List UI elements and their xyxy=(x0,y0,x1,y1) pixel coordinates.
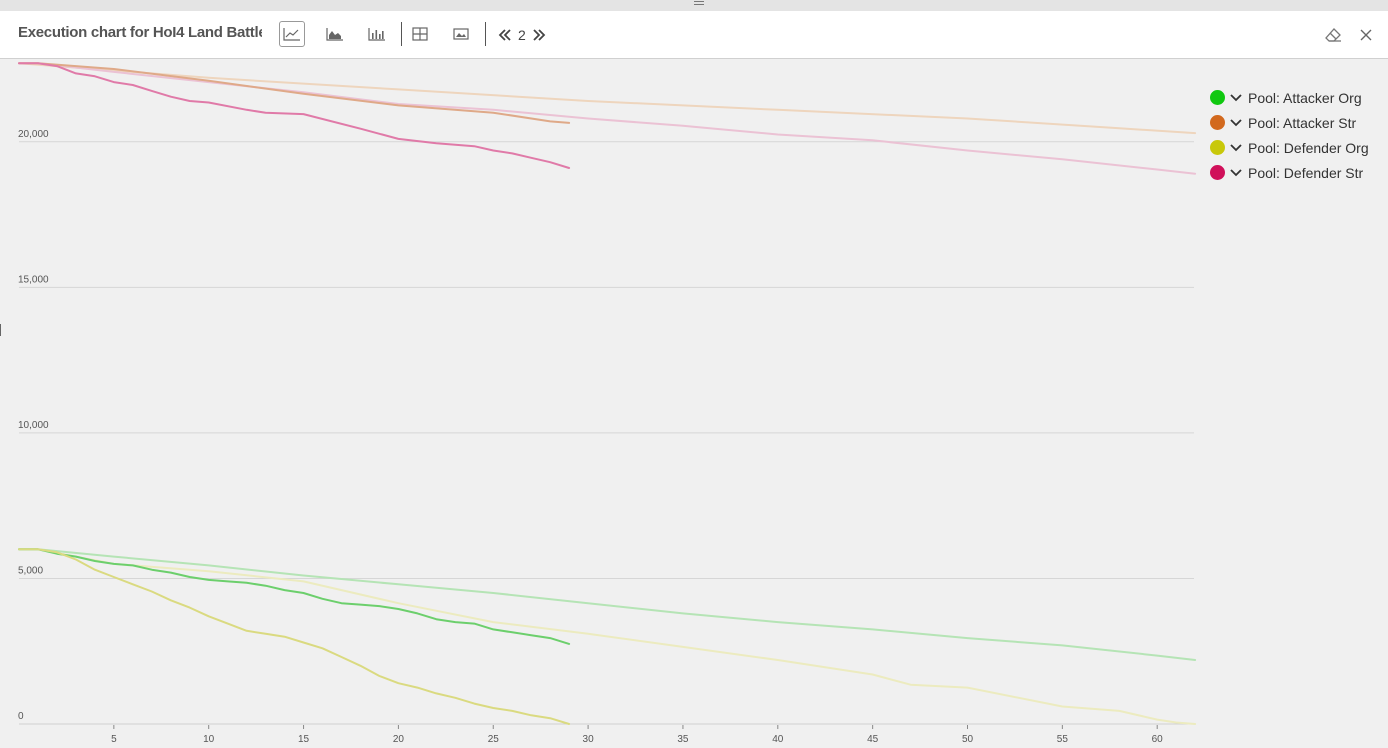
y-tick-label: 20,000 xyxy=(18,129,49,140)
x-tick-label: 5 xyxy=(111,734,117,745)
page-number: 2 xyxy=(518,27,526,43)
chevron-down-icon[interactable] xyxy=(1230,143,1242,153)
x-tick-label: 40 xyxy=(772,734,784,745)
series-line xyxy=(18,548,1197,661)
series-line xyxy=(18,548,571,645)
x-tick-label: 50 xyxy=(962,734,974,745)
double-chevron-right-icon xyxy=(533,29,546,41)
export-image-button[interactable] xyxy=(448,21,474,47)
x-tick-label: 10 xyxy=(203,734,215,745)
chart-legend: Pool: Attacker Org Pool: Attacker Str Po… xyxy=(1210,85,1385,185)
legend-item-defender-str[interactable]: Pool: Defender Str xyxy=(1210,160,1385,185)
series-line xyxy=(18,548,571,725)
resize-grip[interactable] xyxy=(694,1,704,7)
close-icon xyxy=(1360,29,1372,41)
legend-label: Pool: Attacker Str xyxy=(1248,114,1357,131)
x-tick-label: 15 xyxy=(298,734,310,745)
series-color-dot xyxy=(1210,115,1225,130)
series-color-dot xyxy=(1210,90,1225,105)
legend-label: Pool: Defender Str xyxy=(1248,164,1364,181)
y-tick-label: 10,000 xyxy=(18,420,49,431)
x-tick-label: 30 xyxy=(583,734,595,745)
table-view-button[interactable] xyxy=(407,21,433,47)
legend-label: Pool: Attacker Org xyxy=(1248,89,1362,106)
chart-panel: Execution chart for HoI4 Land Battle 2 0… xyxy=(0,11,1388,748)
chart-header: Execution chart for HoI4 Land Battle 2 xyxy=(0,11,1388,59)
series-line xyxy=(18,548,1197,725)
x-tick-label: 20 xyxy=(393,734,405,745)
bar-chart-icon xyxy=(368,28,385,41)
next-page-button[interactable] xyxy=(532,29,546,41)
y-tick-label: 15,000 xyxy=(18,274,49,285)
bar-chart-button[interactable] xyxy=(364,21,390,47)
legend-item-attacker-org[interactable]: Pool: Attacker Org xyxy=(1210,85,1385,110)
pager: 2 xyxy=(498,25,546,45)
series-color-dot xyxy=(1210,140,1225,155)
line-chart-button[interactable] xyxy=(279,21,305,47)
series-color-dot xyxy=(1210,165,1225,180)
series-line xyxy=(18,62,571,169)
chevron-down-icon[interactable] xyxy=(1230,168,1242,178)
legend-label: Pool: Defender Org xyxy=(1248,139,1369,156)
x-tick-label: 35 xyxy=(677,734,689,745)
x-tick-label: 55 xyxy=(1057,734,1069,745)
table-icon xyxy=(412,27,428,41)
y-tick-label: 0 xyxy=(18,711,24,722)
toolbar-divider xyxy=(401,22,402,46)
area-chart-button[interactable] xyxy=(322,21,348,47)
x-tick-label: 45 xyxy=(867,734,879,745)
close-button[interactable] xyxy=(1356,25,1376,45)
clear-button[interactable] xyxy=(1323,25,1343,45)
page-title: Execution chart for HoI4 Land Battle xyxy=(18,24,262,41)
legend-item-attacker-str[interactable]: Pool: Attacker Str xyxy=(1210,110,1385,135)
y-tick-label: 5,000 xyxy=(18,565,43,576)
x-tick-label: 60 xyxy=(1152,734,1164,745)
chevron-down-icon[interactable] xyxy=(1230,93,1242,103)
previous-page-button[interactable] xyxy=(498,29,512,41)
toolbar-divider xyxy=(485,22,486,46)
double-chevron-left-icon xyxy=(498,29,511,41)
image-icon xyxy=(453,28,469,40)
x-tick-label: 25 xyxy=(488,734,500,745)
legend-item-defender-org[interactable]: Pool: Defender Org xyxy=(1210,135,1385,160)
area-chart-icon xyxy=(326,28,343,41)
chevron-down-icon[interactable] xyxy=(1230,118,1242,128)
eraser-icon xyxy=(1325,28,1341,42)
line-chart: 0 5,000 10,000 15,000 20,000 5 10 15 20 25 30 35 40 4… xyxy=(18,62,1197,745)
series-line xyxy=(18,62,1197,135)
line-chart-icon xyxy=(283,28,300,41)
